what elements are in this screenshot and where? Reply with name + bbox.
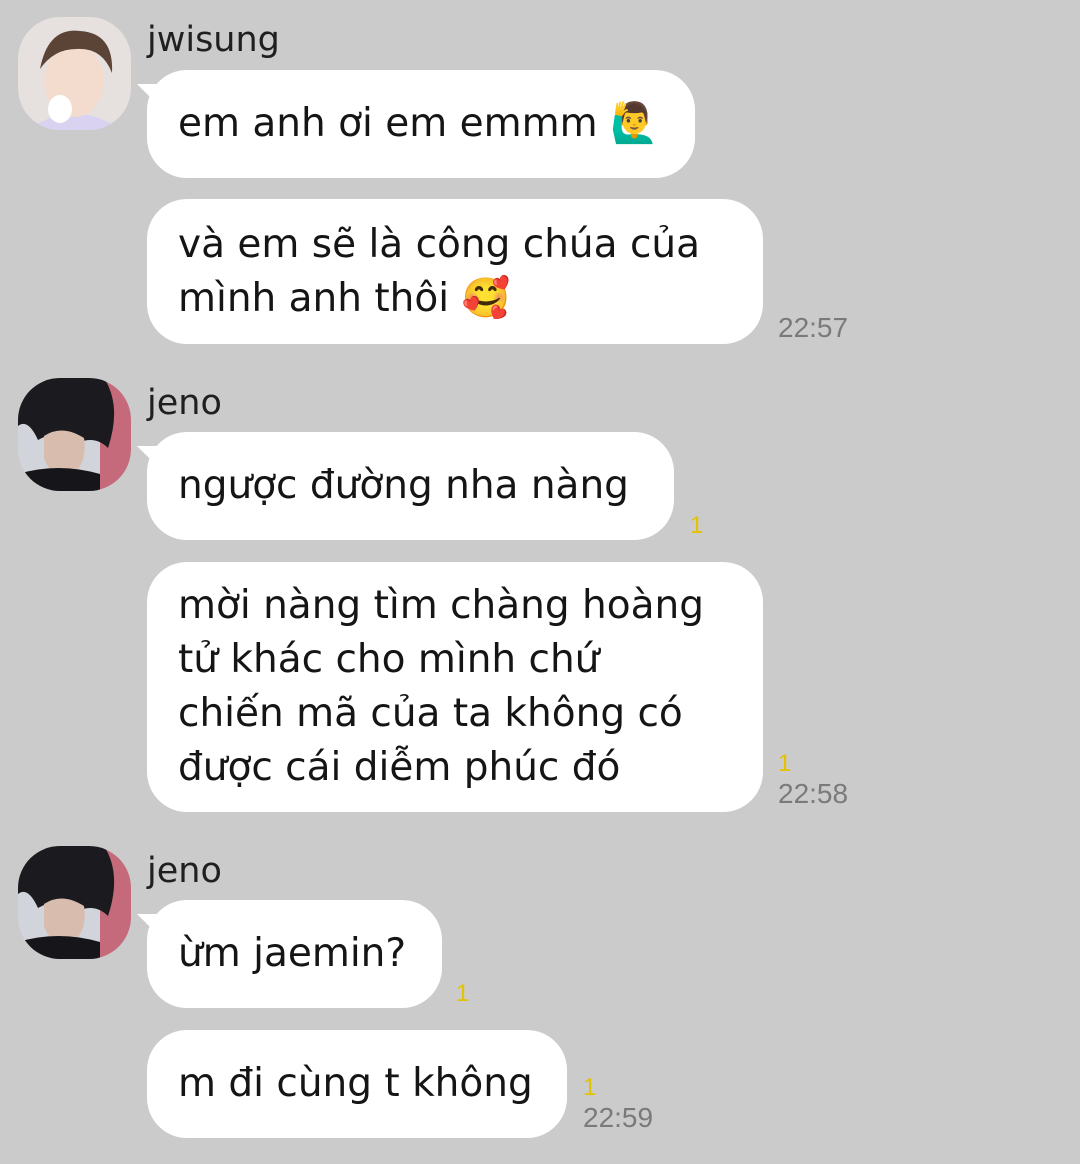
message-text: ừm jaemin? [178,931,407,976]
message-meta: 1 22:58 [778,750,848,810]
message-bubble[interactable]: m đi cùng t không [147,1030,567,1138]
message-meta: 1 22:59 [583,1074,653,1134]
sender-name: jwisung [147,20,280,60]
message-bubble[interactable]: và em sẽ là công chúa của mình anh thôi … [147,199,763,344]
message-bubble[interactable]: ừm jaemin? [137,900,442,1008]
avatar-photo [18,846,131,959]
avatar-jeno[interactable] [18,378,131,491]
message-text: m đi cùng t không [178,1061,533,1106]
unread-count: 1 [778,750,792,777]
message-text: chiến mã của ta không có [178,691,683,736]
message-text: tử khác cho mình chứ [178,637,600,682]
message-meta: 22:57 [778,312,848,344]
message-bubble[interactable]: mời nàng tìm chàng hoàng tử khác cho mìn… [147,562,763,812]
sender-name: jeno [147,851,222,891]
message-bubble[interactable]: em anh ơi em emmm 🙋‍♂️ [137,70,695,178]
avatar-jeno[interactable] [18,846,131,959]
avatar-photo [18,378,131,491]
message-bubble[interactable]: ngược đường nha nàng [137,432,674,540]
avatar-photo [18,17,131,130]
message-text: và em sẽ là công chúa của [178,221,701,267]
message-text: ngược đường nha nàng [178,463,629,508]
timestamp: 22:58 [778,778,849,809]
avatar-jwisung[interactable] [18,17,131,130]
message-text: em anh ơi em emmm 🙋‍♂️ [178,101,659,146]
sender-name: jeno [147,383,222,423]
message-meta: 1 [456,980,469,1008]
unread-count: 1 [690,512,704,539]
message-meta: 1 [690,512,703,540]
timestamp: 22:59 [583,1102,654,1133]
unread-count: 1 [456,980,470,1007]
timestamp: 22:57 [778,312,849,343]
message-text: mình anh thôi 🥰 [178,275,511,321]
unread-count: 1 [583,1074,597,1101]
message-text: mời nàng tìm chàng hoàng [178,583,704,628]
message-text: được cái diễm phúc đó [178,745,621,790]
